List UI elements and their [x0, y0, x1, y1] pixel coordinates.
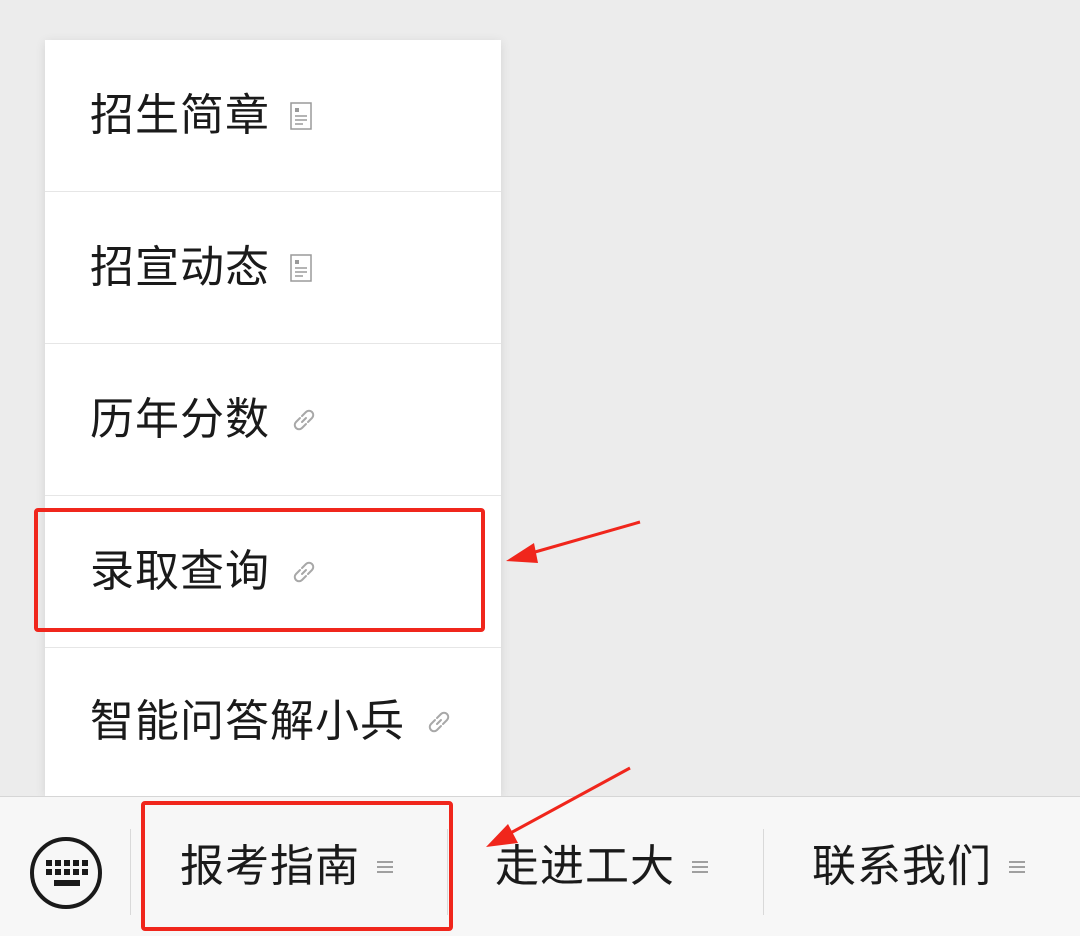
highlight-box-admission-query	[34, 508, 485, 632]
article-icon	[290, 253, 312, 282]
menu-item-label: 招生简章	[90, 89, 270, 141]
menu-item-recruitment-news[interactable]: 招宣动态	[45, 192, 501, 344]
menu-item-admission-brochure[interactable]: 招生简章	[45, 40, 501, 192]
tab-label: 走进工大	[495, 840, 675, 892]
link-icon	[425, 708, 453, 736]
tab-about-university[interactable]: 走进工大	[495, 797, 709, 936]
divider	[130, 829, 131, 915]
tab-contact-us[interactable]: 联系我们	[812, 797, 1026, 936]
keyboard-icon	[30, 837, 102, 909]
keyboard-toggle-button[interactable]	[28, 835, 104, 911]
menu-item-historical-scores[interactable]: 历年分数	[45, 344, 501, 496]
menu-item-label: 智能问答解小兵	[90, 696, 405, 747]
article-icon	[290, 101, 312, 130]
menu-item-label: 历年分数	[90, 393, 270, 445]
tab-label: 联系我们	[812, 840, 992, 892]
arrow-to-admission-query	[506, 520, 641, 563]
divider	[763, 829, 764, 915]
menu-lines-icon	[691, 859, 709, 875]
menu-item-label: 招宣动态	[90, 241, 270, 293]
highlight-box-application-guide	[141, 801, 453, 931]
link-icon	[290, 406, 318, 434]
menu-item-smart-qa[interactable]: 智能问答解小兵	[45, 648, 501, 796]
submenu-popup: 招生简章 招宣动态 历年分数 录取查询 智能问答解小兵	[45, 40, 501, 796]
menu-lines-icon	[1008, 859, 1026, 875]
